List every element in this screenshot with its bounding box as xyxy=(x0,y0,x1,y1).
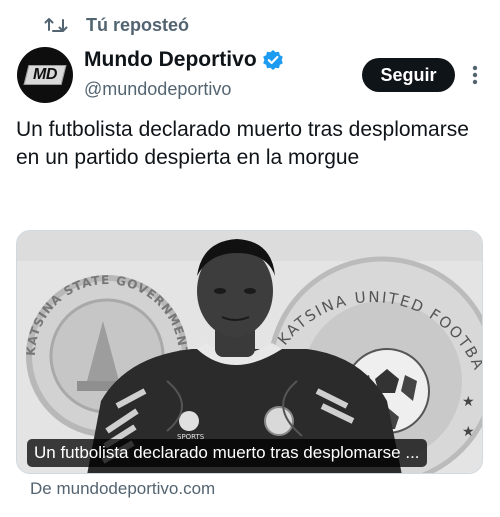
link-card[interactable]: KATSINA STATE GOVERNMENT KATSINA UNITED … xyxy=(16,230,483,474)
verified-badge-icon xyxy=(262,49,284,71)
repost-indicator[interactable]: Tú reposteó xyxy=(44,12,189,38)
card-caption: Un futbolista declarado muerto tras desp… xyxy=(27,439,427,467)
repost-icon xyxy=(44,14,70,36)
repost-label: Tú reposteó xyxy=(86,14,190,35)
author-name-row[interactable]: Mundo Deportivo xyxy=(84,48,284,72)
post-text: Un futbolista declarado muerto tras desp… xyxy=(16,118,469,169)
follow-button[interactable]: Seguir xyxy=(362,58,455,92)
author-name[interactable]: Mundo Deportivo xyxy=(84,48,257,72)
photo-footballer: KATSINA STATE GOVERNMENT KATSINA UNITED … xyxy=(17,231,482,473)
svg-text:★: ★ xyxy=(462,393,475,409)
more-options-icon[interactable] xyxy=(463,61,487,89)
svg-text:★: ★ xyxy=(462,423,475,439)
mundo-deportivo-logo: MD xyxy=(22,65,68,85)
author-handle[interactable]: @mundodeportivo xyxy=(84,79,231,100)
card-source-link[interactable]: De mundodeportivo.com xyxy=(30,479,215,499)
avatar[interactable]: MD xyxy=(17,47,73,103)
